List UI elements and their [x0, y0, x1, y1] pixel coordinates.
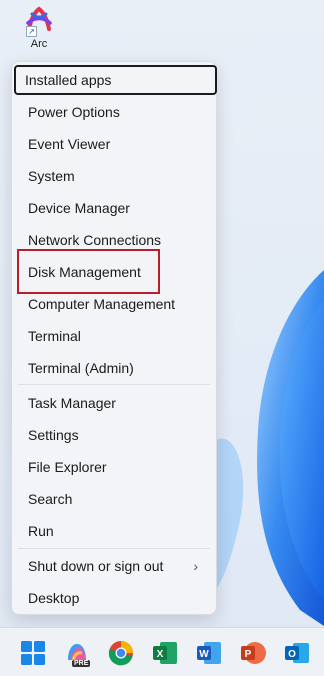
taskbar: PRE X W P O	[0, 627, 324, 676]
menu-item-event-viewer[interactable]: Event Viewer	[18, 129, 210, 159]
powerpoint-icon[interactable]: P	[240, 640, 266, 666]
svg-text:X: X	[157, 649, 164, 660]
menu-item-device-manager[interactable]: Device Manager	[18, 193, 210, 223]
menu-item-installed-apps[interactable]: Installed apps	[14, 65, 217, 95]
svg-text:O: O	[288, 649, 296, 660]
menu-item-desktop[interactable]: Desktop	[18, 583, 210, 613]
excel-icon[interactable]: X	[152, 640, 178, 666]
shortcut-label: Arc	[30, 38, 48, 50]
menu-item-file-explorer[interactable]: File Explorer	[18, 452, 210, 482]
menu-item-power-options[interactable]: Power Options	[18, 97, 210, 127]
menu-item-terminal-admin[interactable]: Terminal (Admin)	[18, 353, 210, 383]
menu-item-task-manager[interactable]: Task Manager	[18, 388, 210, 418]
menu-item-computer-management[interactable]: Computer Management	[18, 289, 210, 319]
menu-separator	[18, 548, 210, 549]
menu-item-shut-down[interactable]: Shut down or sign out ›	[18, 551, 210, 581]
svg-text:P: P	[245, 649, 252, 660]
copilot-pre-badge: PRE	[72, 660, 91, 667]
chrome-icon[interactable]	[108, 640, 134, 666]
winx-context-menu: Installed apps Power Options Event Viewe…	[11, 61, 217, 615]
menu-item-system[interactable]: System	[18, 161, 210, 191]
menu-item-label: Shut down or sign out	[28, 558, 164, 574]
desktop-shortcut-arc[interactable]: ↗ Arc	[17, 3, 61, 50]
shortcut-arrow-icon: ↗	[26, 26, 37, 37]
menu-item-settings[interactable]: Settings	[18, 420, 210, 450]
menu-item-network-connections[interactable]: Network Connections	[18, 225, 210, 255]
outlook-icon[interactable]: O	[284, 640, 310, 666]
chevron-right-icon: ›	[193, 558, 198, 574]
menu-item-disk-management[interactable]: Disk Management	[18, 257, 210, 287]
menu-item-terminal[interactable]: Terminal	[18, 321, 210, 351]
svg-text:W: W	[199, 649, 209, 660]
menu-item-run[interactable]: Run	[18, 516, 210, 546]
word-icon[interactable]: W	[196, 640, 222, 666]
menu-item-search[interactable]: Search	[18, 484, 210, 514]
arc-app-icon: ↗	[22, 3, 56, 37]
windows-start-icon[interactable]	[20, 640, 46, 666]
menu-separator	[18, 384, 210, 385]
